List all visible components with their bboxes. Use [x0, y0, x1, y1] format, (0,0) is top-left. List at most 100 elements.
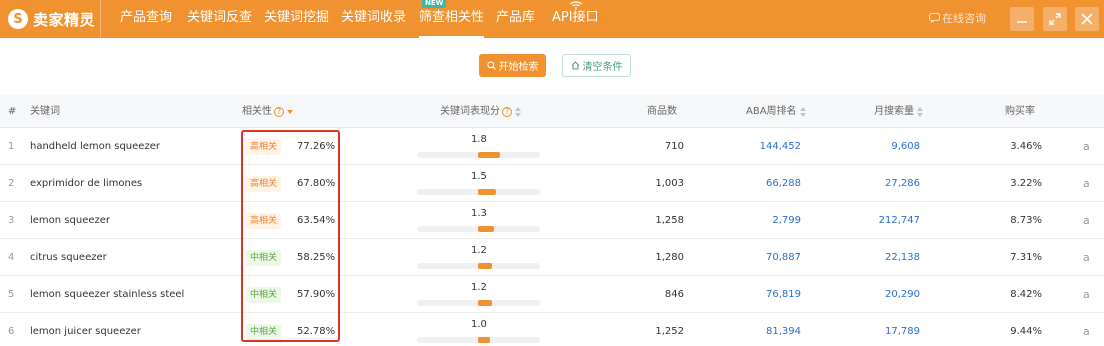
- amazon-icon[interactable]: a: [1083, 276, 1090, 313]
- col-index: #: [8, 106, 17, 117]
- performance-bar: [417, 152, 540, 158]
- amazon-icon[interactable]: a: [1083, 239, 1090, 276]
- performance-bar: [417, 263, 540, 269]
- nav-item-product-library[interactable]: 产品库: [496, 0, 535, 38]
- amazon-icon[interactable]: a: [1083, 202, 1090, 239]
- amazon-icon[interactable]: a: [1083, 313, 1090, 346]
- col-monthly-searches[interactable]: 月搜索量: [874, 95, 924, 128]
- relevance-percent: 57.90%: [297, 289, 336, 300]
- minimize-button[interactable]: [1010, 7, 1034, 31]
- table-row[interactable]: 5 lemon squeezer stainless steel 中相关 57.90%…: [0, 276, 1104, 313]
- performance-bar: [417, 300, 540, 306]
- relevance-tag: 中相关: [246, 287, 282, 303]
- start-search-label: 开始检索: [498, 62, 539, 73]
- keyword-text[interactable]: citrus squeezer: [30, 239, 107, 276]
- purchase-rate: 3.22%: [1010, 178, 1042, 189]
- col-performance[interactable]: 关键词表现分 ?: [440, 95, 522, 128]
- nav-item-product-query[interactable]: 产品查询: [120, 0, 172, 38]
- keyword-text[interactable]: lemon juicer squeezer: [30, 313, 141, 346]
- table-row[interactable]: 6 lemon juicer squeezer 中相关 52.78% 1.0 1,252 8…: [0, 313, 1104, 346]
- aba-rank-link[interactable]: 70,887: [720, 239, 801, 276]
- clear-conditions-label: 清空条件: [582, 62, 623, 73]
- performance-bar-fill: [478, 152, 500, 158]
- product-count: 1,258: [655, 215, 684, 226]
- performance-bar-fill: [478, 300, 492, 306]
- product-count: 1,003: [655, 178, 684, 189]
- col-aba-rank[interactable]: ABA周排名: [746, 95, 807, 128]
- col-performance-label: 关键词表现分: [440, 106, 500, 117]
- expand-icon: [1049, 13, 1061, 25]
- purchase-rate: 3.46%: [1010, 141, 1042, 152]
- close-button[interactable]: [1075, 7, 1099, 31]
- col-monthly-searches-label: 月搜索量: [874, 106, 914, 117]
- row-index: 6: [8, 326, 15, 337]
- nav-divider: [100, 0, 101, 38]
- table-row[interactable]: 4 citrus squeezer 中相关 58.25% 1.2 1,280 70,887 2…: [0, 239, 1104, 276]
- nav-item-keyword-index[interactable]: 关键词收录: [341, 0, 406, 38]
- monthly-searches-link[interactable]: 27,286: [840, 165, 920, 202]
- online-consult-link[interactable]: 在线咨询: [929, 10, 986, 26]
- purchase-rate: 7.31%: [1010, 252, 1042, 263]
- col-aba-rank-label: ABA周排名: [746, 106, 797, 117]
- relevance-tag: 高相关: [246, 139, 282, 155]
- monthly-searches-link[interactable]: 9,608: [840, 128, 920, 165]
- sort-icon[interactable]: [287, 107, 294, 117]
- help-icon[interactable]: ?: [274, 106, 284, 117]
- logo-icon: S: [8, 9, 28, 29]
- col-products: 商品数: [647, 106, 677, 117]
- clear-conditions-button[interactable]: 清空条件: [562, 54, 631, 77]
- monthly-searches-link[interactable]: 20,290: [840, 276, 920, 313]
- aba-rank-link[interactable]: 81,394: [720, 313, 801, 346]
- monthly-searches-link[interactable]: 22,138: [840, 239, 920, 276]
- amazon-icon[interactable]: a: [1083, 128, 1090, 165]
- nav-item-api[interactable]: API接口: [552, 0, 599, 38]
- col-relevance-label: 相关性: [242, 106, 272, 117]
- amazon-icon[interactable]: a: [1083, 165, 1090, 202]
- relevance-percent: 58.25%: [297, 252, 336, 263]
- sort-icon[interactable]: [515, 106, 522, 117]
- col-purchase-rate: 购买率: [1005, 106, 1035, 117]
- keyword-text[interactable]: lemon squeezer: [30, 202, 110, 239]
- logo[interactable]: S 卖家精灵: [8, 7, 95, 31]
- aba-rank-link[interactable]: 2,799: [720, 202, 801, 239]
- performance-score: 1.0: [471, 319, 487, 330]
- purchase-rate: 8.42%: [1010, 289, 1042, 300]
- sort-icon[interactable]: [799, 106, 807, 117]
- monthly-searches-link[interactable]: 212,747: [840, 202, 920, 239]
- keyword-text[interactable]: lemon squeezer stainless steel: [30, 276, 184, 313]
- nav-item-keyword-mining[interactable]: 关键词挖掘: [264, 0, 329, 38]
- product-count: 1,252: [655, 326, 684, 337]
- sort-icon[interactable]: [917, 106, 924, 117]
- start-search-button[interactable]: 开始检索: [479, 54, 546, 77]
- aba-rank-link[interactable]: 144,452: [720, 128, 801, 165]
- maximize-button[interactable]: [1043, 7, 1067, 31]
- relevance-percent: 52.78%: [297, 326, 336, 337]
- relevance-tag: 中相关: [246, 250, 282, 266]
- minimize-icon: [1017, 21, 1027, 23]
- performance-bar-fill: [478, 226, 494, 232]
- product-count: 1,280: [655, 252, 684, 263]
- col-relevance[interactable]: 相关性 ?: [242, 95, 294, 128]
- chat-icon: [929, 13, 940, 23]
- consult-label: 在线咨询: [942, 12, 986, 25]
- performance-bar: [417, 226, 540, 232]
- row-index: 2: [8, 178, 15, 189]
- table-row[interactable]: 3 lemon squeezer 高相关 63.54% 1.3 1,258 2,799 212…: [0, 202, 1104, 239]
- purchase-rate: 9.44%: [1010, 326, 1042, 337]
- relevance-tag: 高相关: [246, 176, 282, 192]
- aba-rank-link[interactable]: 66,288: [720, 165, 801, 202]
- keyword-text[interactable]: exprimidor de limones: [30, 165, 142, 202]
- monthly-searches-link[interactable]: 17,789: [840, 313, 920, 346]
- close-icon: [1081, 13, 1093, 25]
- nav-item-reverse-keyword[interactable]: 关键词反查: [187, 0, 252, 38]
- row-index: 4: [8, 252, 15, 263]
- col-keyword: 关键词: [30, 106, 60, 117]
- table-row[interactable]: 2 exprimidor de limones 高相关 67.80% 1.5 1,003 6…: [0, 165, 1104, 202]
- keyword-text[interactable]: handheld lemon squeezer: [30, 128, 160, 165]
- purchase-rate: 8.73%: [1010, 215, 1042, 226]
- product-count: 710: [664, 141, 684, 152]
- aba-rank-link[interactable]: 76,819: [720, 276, 801, 313]
- table-row[interactable]: 1 handheld lemon squeezer 高相关 77.26% 1.8 710 1…: [0, 128, 1104, 165]
- row-index: 1: [8, 141, 15, 152]
- help-icon[interactable]: ?: [502, 106, 512, 117]
